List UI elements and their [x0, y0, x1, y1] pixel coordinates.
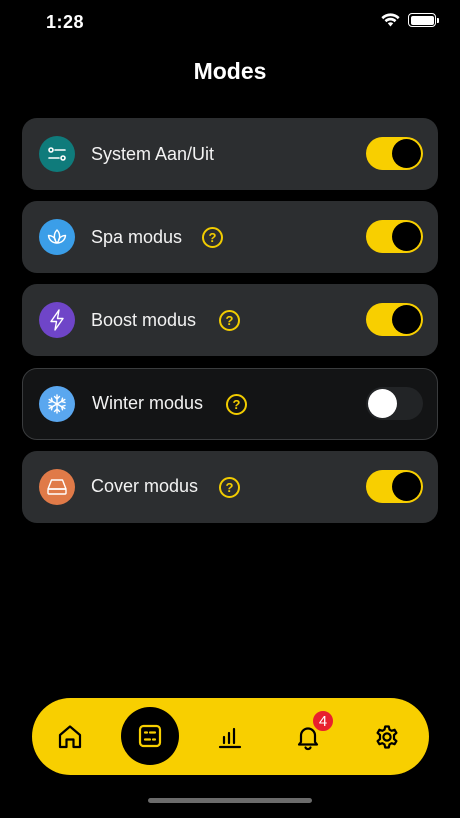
mode-card-boost: Boost modus ?: [22, 284, 438, 357]
modes-icon: [138, 724, 162, 748]
toggle-knob: [392, 139, 421, 168]
mode-card-spa: Spa modus ?: [22, 201, 438, 274]
stats-icon: [218, 727, 242, 748]
lotus-icon: [39, 219, 75, 256]
nav-modes[interactable]: [121, 707, 179, 765]
toggle-knob: [392, 222, 421, 252]
battery-icon: [408, 13, 439, 27]
toggle-knob: [368, 388, 397, 418]
mode-label-spa: Spa modus: [91, 226, 183, 247]
mode-label-boost: Boost modus: [91, 309, 197, 330]
mode-card-system: System Aan/Uit: [22, 118, 438, 190]
system-toggle[interactable]: [366, 137, 423, 170]
winter-toggle[interactable]: [366, 386, 423, 420]
mode-label-winter: Winter modus: [92, 393, 204, 414]
toggle-knob: [392, 471, 421, 501]
home-icon: [58, 724, 82, 748]
cover-toggle[interactable]: [366, 469, 423, 503]
snowflake-icon: [39, 385, 75, 422]
bottom-nav: 4: [32, 698, 429, 775]
nav-home[interactable]: [40, 698, 100, 775]
spa-toggle[interactable]: [366, 220, 423, 254]
page-title: Modes: [193, 58, 267, 84]
mode-list: System Aan/Uit Spa modus ? Boost modus ?: [22, 118, 438, 534]
nav-notifications[interactable]: 4: [278, 698, 338, 775]
mode-card-cover: Cover modus ?: [22, 450, 438, 523]
toggle-knob: [392, 305, 421, 335]
wifi-icon: [381, 13, 400, 27]
nav-stats[interactable]: [200, 698, 260, 775]
cover-icon: [39, 468, 75, 505]
boost-toggle[interactable]: [366, 303, 423, 337]
home-indicator: [148, 798, 312, 803]
mode-label-cover: Cover modus: [91, 476, 199, 497]
status-icons: [381, 13, 439, 27]
nav-settings[interactable]: [357, 698, 417, 775]
boost-help-icon[interactable]: ?: [219, 310, 240, 332]
status-bar: 1:28: [0, 0, 460, 46]
mode-label-system: System Aan/Uit: [91, 143, 215, 164]
gear-icon: [376, 724, 398, 749]
notification-badge: 4: [312, 710, 334, 732]
sliders-icon: [39, 136, 75, 172]
lightning-icon: [39, 302, 75, 339]
cover-help-icon[interactable]: ?: [219, 476, 240, 498]
spa-help-icon[interactable]: ?: [202, 227, 223, 249]
status-time: 1:28: [46, 12, 85, 32]
winter-help-icon[interactable]: ?: [226, 393, 247, 415]
mode-card-winter: Winter modus ?: [22, 367, 438, 440]
